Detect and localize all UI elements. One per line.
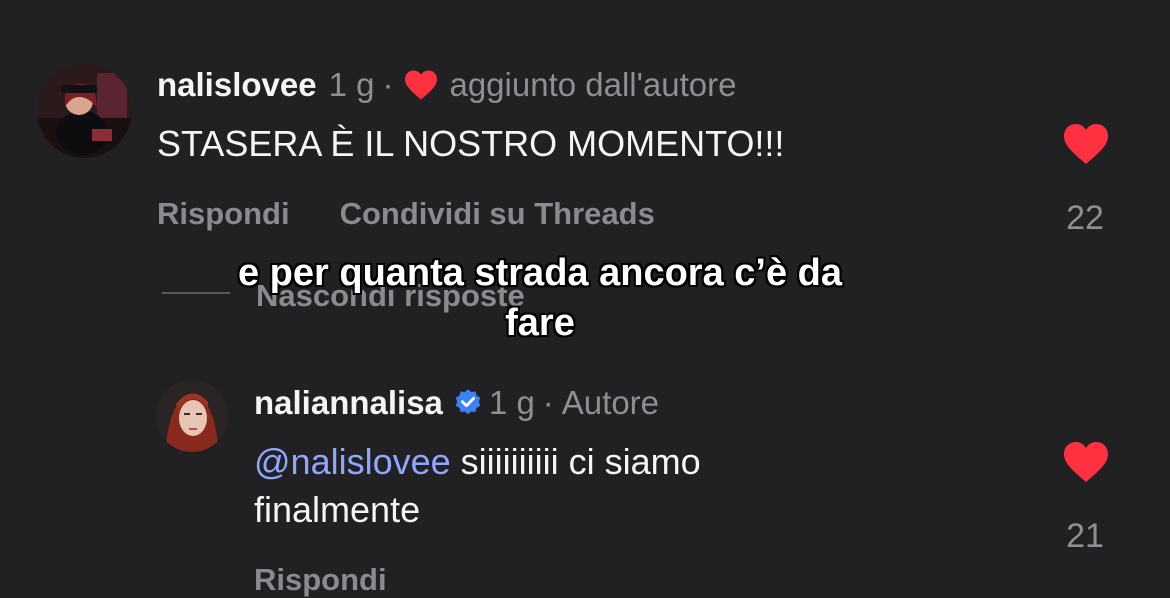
share-threads-button[interactable]: Condividi su Threads: [340, 196, 655, 232]
caption-line-2: fare: [505, 302, 575, 344]
avatar-image: [156, 380, 228, 452]
reply-actions: Rispondi: [254, 562, 437, 598]
separator: ·: [382, 66, 394, 103]
username[interactable]: nalislovee: [157, 68, 317, 101]
reply-text-line1: siiiiiiiiii ci siamo: [450, 441, 701, 482]
video-caption: e per quanta strada ancora c’è da fare: [140, 248, 940, 348]
avatar-image: [37, 63, 132, 158]
liked-by-author-text: aggiunto dall'autore: [449, 66, 737, 103]
avatar-nalislovee[interactable]: [37, 63, 132, 158]
like-count: 21: [1066, 517, 1104, 555]
separator: ·: [542, 384, 554, 421]
caption-line-1: e per quanta strada ancora c’è da: [237, 252, 842, 294]
heart-icon: [403, 69, 439, 101]
comment-text: STASERA È IL NOSTRO MOMENTO!!!: [157, 123, 785, 164]
timestamp: 1 g: [328, 66, 375, 103]
comment-meta: nalislovee 1 g · aggiunto dall'autore: [157, 68, 737, 101]
author-badge: Autore: [561, 384, 660, 421]
username[interactable]: naliannalisa: [254, 386, 443, 419]
reply-button[interactable]: Rispondi: [157, 196, 290, 232]
verified-badge-icon: [453, 388, 483, 418]
reply-text: @nalislovee siiiiiiiiii ci siamo finalme…: [254, 438, 701, 534]
reply-button[interactable]: Rispondi: [254, 562, 387, 598]
timestamp: 1 g: [488, 384, 535, 421]
heart-icon[interactable]: [1061, 440, 1111, 489]
like-count: 22: [1066, 199, 1104, 237]
comment-actions: Rispondi Condividi su Threads: [157, 196, 705, 232]
mention-link[interactable]: @nalislovee: [254, 441, 451, 482]
reply-text-line2: finalmente: [254, 489, 421, 530]
heart-icon[interactable]: [1061, 122, 1111, 171]
avatar-naliannalisa[interactable]: [156, 380, 228, 452]
reply-meta: naliannalisa 1 g · Autore: [254, 386, 659, 419]
